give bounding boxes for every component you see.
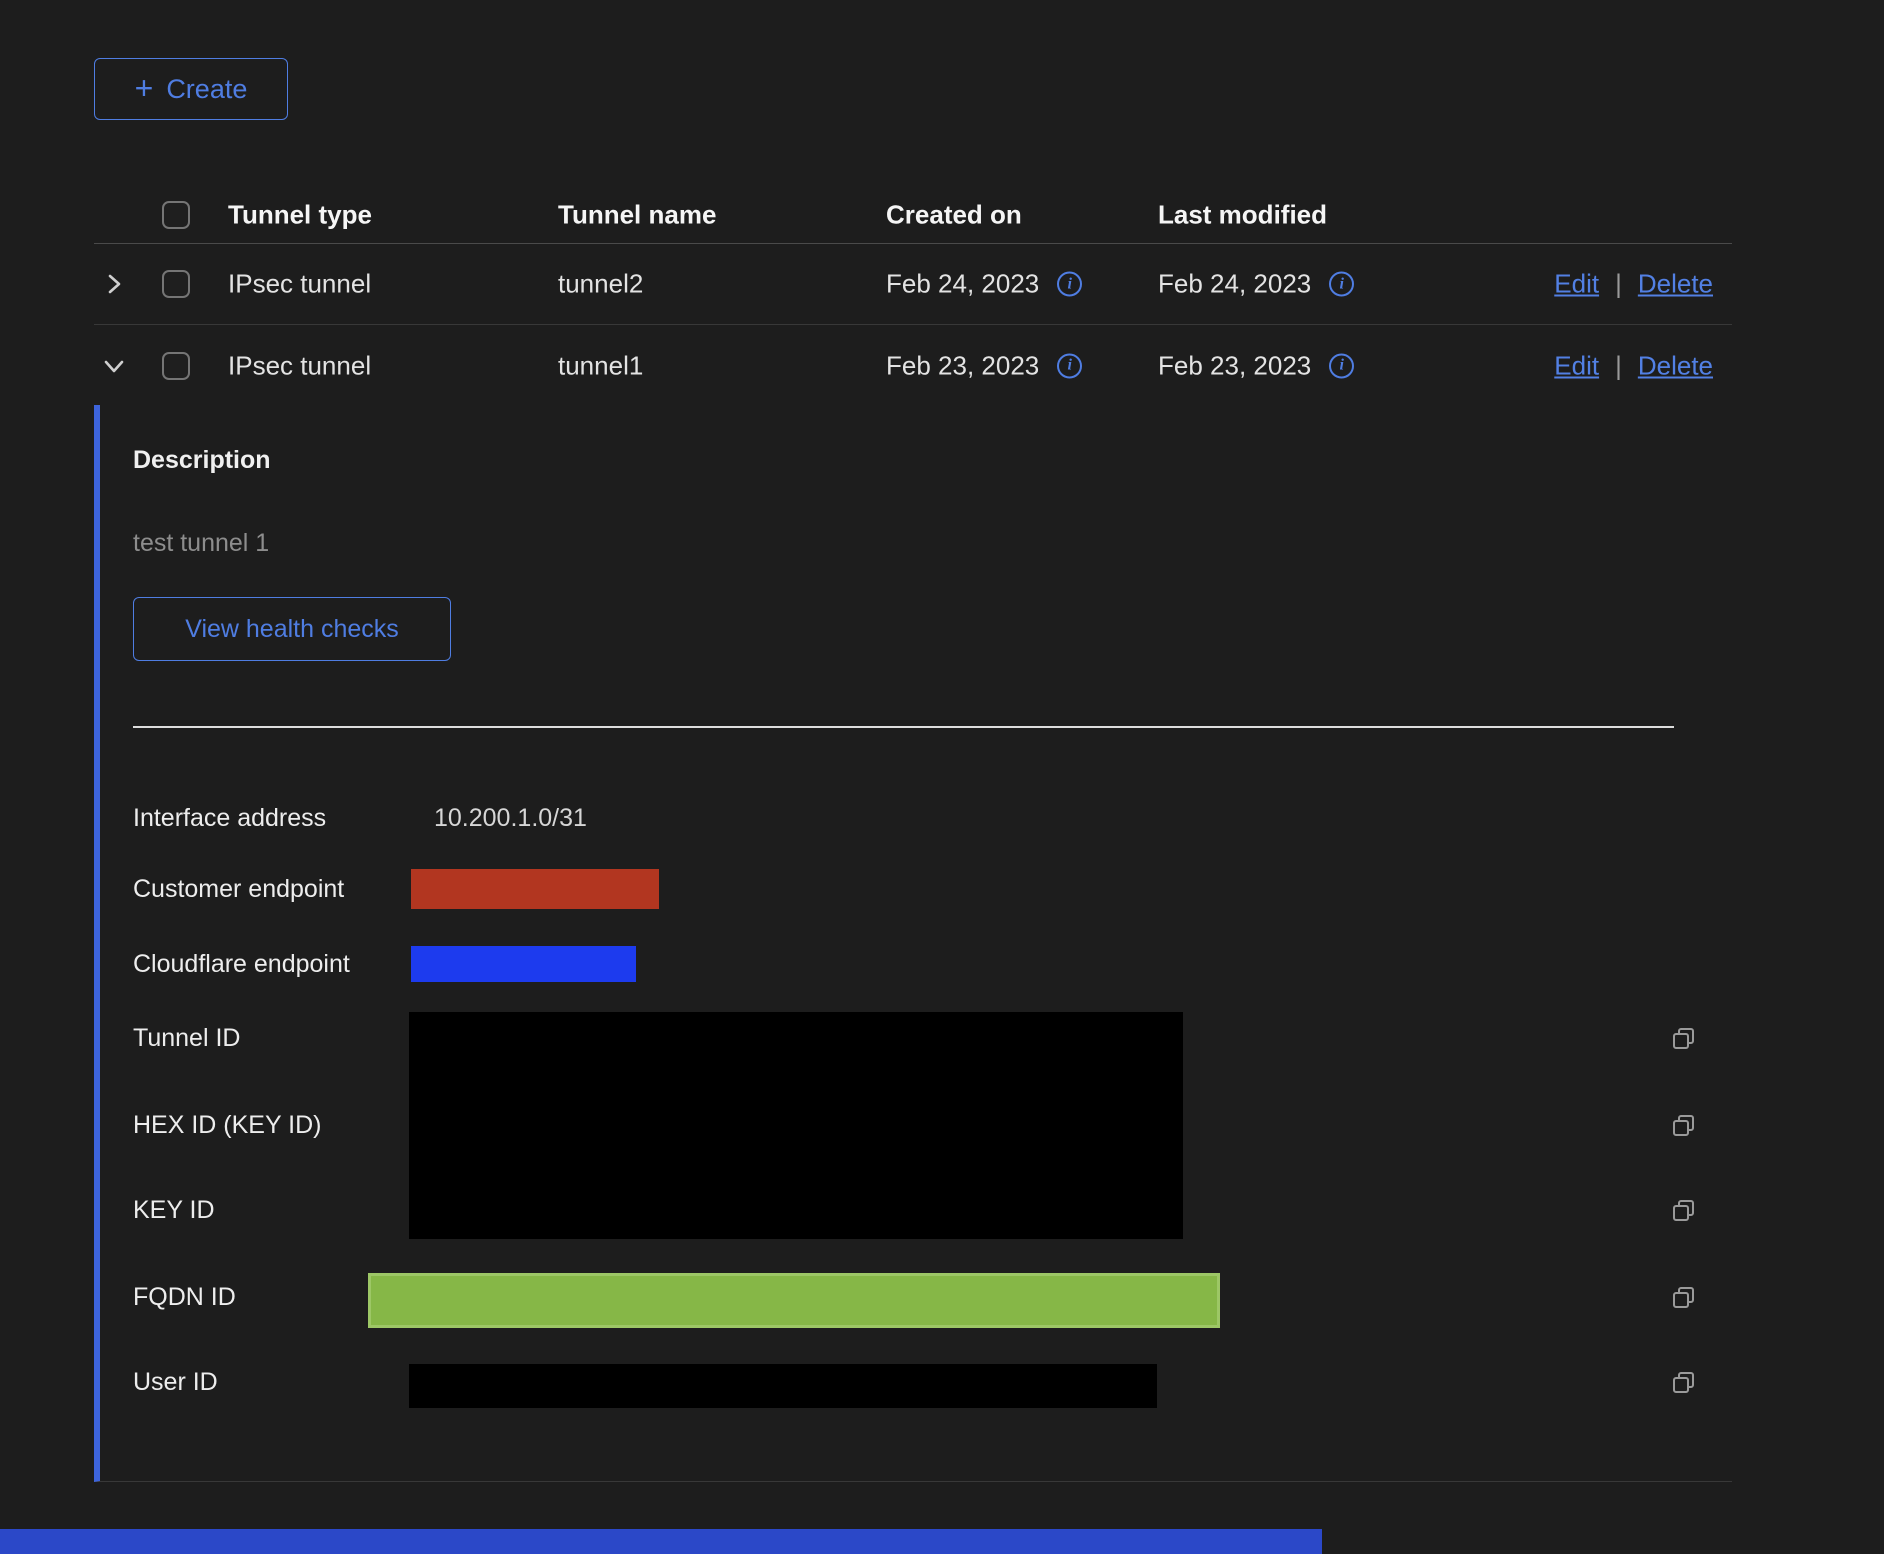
copy-hex-id-button[interactable] <box>1670 1112 1698 1140</box>
hex-id-label: HEX ID (KEY ID) <box>133 1109 321 1141</box>
copy-icon <box>1670 1369 1698 1397</box>
created-on-cell: Feb 23, 2023 i <box>886 350 1082 381</box>
delete-link[interactable]: Delete <box>1638 350 1713 381</box>
interface-address-value: 10.200.1.0/31 <box>434 802 587 834</box>
user-id-redacted-value <box>409 1364 1157 1408</box>
key-id-label: KEY ID <box>133 1194 215 1226</box>
link-separator: | <box>1615 350 1622 381</box>
copy-icon <box>1670 1112 1698 1140</box>
copy-icon <box>1670 1197 1698 1225</box>
created-on-text: Feb 23, 2023 <box>886 350 1039 381</box>
select-all-checkbox[interactable] <box>162 201 190 229</box>
delete-link[interactable]: Delete <box>1638 269 1713 300</box>
expand-row-button[interactable] <box>102 272 126 296</box>
last-modified-text: Feb 24, 2023 <box>1158 269 1311 300</box>
chevron-right-icon <box>102 272 126 296</box>
last-modified-text: Feb 23, 2023 <box>1158 350 1311 381</box>
created-on-text: Feb 24, 2023 <box>886 269 1039 300</box>
fqdn-id-label: FQDN ID <box>133 1281 236 1313</box>
tunnel-name-cell: tunnel2 <box>558 269 643 300</box>
header-created-on: Created on <box>886 199 1022 230</box>
table-header-row: Tunnel type Tunnel name Created on Last … <box>94 186 1732 244</box>
last-modified-cell: Feb 23, 2023 i <box>1158 350 1354 381</box>
row-checkbox[interactable] <box>162 270 190 298</box>
user-id-label: User ID <box>133 1366 218 1398</box>
cloudflare-endpoint-label: Cloudflare endpoint <box>133 948 350 980</box>
create-button-label: Create <box>166 74 247 105</box>
copy-key-id-button[interactable] <box>1670 1197 1698 1225</box>
create-button[interactable]: + Create <box>94 58 288 120</box>
header-tunnel-type: Tunnel type <box>228 199 372 230</box>
last-modified-cell: Feb 24, 2023 i <box>1158 269 1354 300</box>
description-value: test tunnel 1 <box>133 529 269 558</box>
section-divider <box>133 726 1674 728</box>
copy-icon <box>1670 1025 1698 1053</box>
row-checkbox[interactable] <box>162 352 190 380</box>
collapse-row-button[interactable] <box>102 354 126 378</box>
created-on-cell: Feb 24, 2023 i <box>886 269 1082 300</box>
description-label: Description <box>133 446 271 475</box>
copy-tunnel-id-button[interactable] <box>1670 1025 1698 1053</box>
view-health-checks-button[interactable]: View health checks <box>133 597 451 661</box>
cloudflare-endpoint-redacted-value <box>411 946 636 982</box>
table-row-tunnel2: IPsec tunnel tunnel2 Feb 24, 2023 i Feb … <box>94 244 1732 325</box>
tunnel-id-label: Tunnel ID <box>133 1022 240 1054</box>
tunnels-table: Tunnel type Tunnel name Created on Last … <box>94 186 1732 406</box>
header-tunnel-name: Tunnel name <box>558 199 716 230</box>
table-row-tunnel1: IPsec tunnel tunnel1 Feb 23, 2023 i Feb … <box>94 325 1732 406</box>
tunnel-name-cell: tunnel1 <box>558 350 643 381</box>
link-separator: | <box>1615 269 1622 300</box>
customer-endpoint-redacted-value <box>411 869 659 909</box>
copy-icon <box>1670 1284 1698 1312</box>
tunnel-detail-panel: Description test tunnel 1 View health ch… <box>94 405 1732 1482</box>
info-icon[interactable]: i <box>1057 353 1082 378</box>
chevron-down-icon <box>102 354 126 378</box>
fqdn-id-redacted-value <box>368 1273 1220 1328</box>
customer-endpoint-label: Customer endpoint <box>133 873 344 905</box>
header-last-modified: Last modified <box>1158 199 1327 230</box>
edit-link[interactable]: Edit <box>1554 269 1599 300</box>
info-icon[interactable]: i <box>1057 272 1082 297</box>
tunnel-type-cell: IPsec tunnel <box>228 269 371 300</box>
bottom-blue-bar <box>0 1529 1322 1554</box>
copy-fqdn-id-button[interactable] <box>1670 1284 1698 1312</box>
ids-redacted-value <box>409 1012 1183 1239</box>
plus-icon: + <box>135 72 154 104</box>
copy-user-id-button[interactable] <box>1670 1369 1698 1397</box>
tunnel-type-cell: IPsec tunnel <box>228 350 371 381</box>
info-icon[interactable]: i <box>1329 353 1354 378</box>
interface-address-label: Interface address <box>133 802 326 834</box>
row-actions: Edit | Delete <box>1554 350 1713 381</box>
row-actions: Edit | Delete <box>1554 269 1713 300</box>
edit-link[interactable]: Edit <box>1554 350 1599 381</box>
info-icon[interactable]: i <box>1329 272 1354 297</box>
